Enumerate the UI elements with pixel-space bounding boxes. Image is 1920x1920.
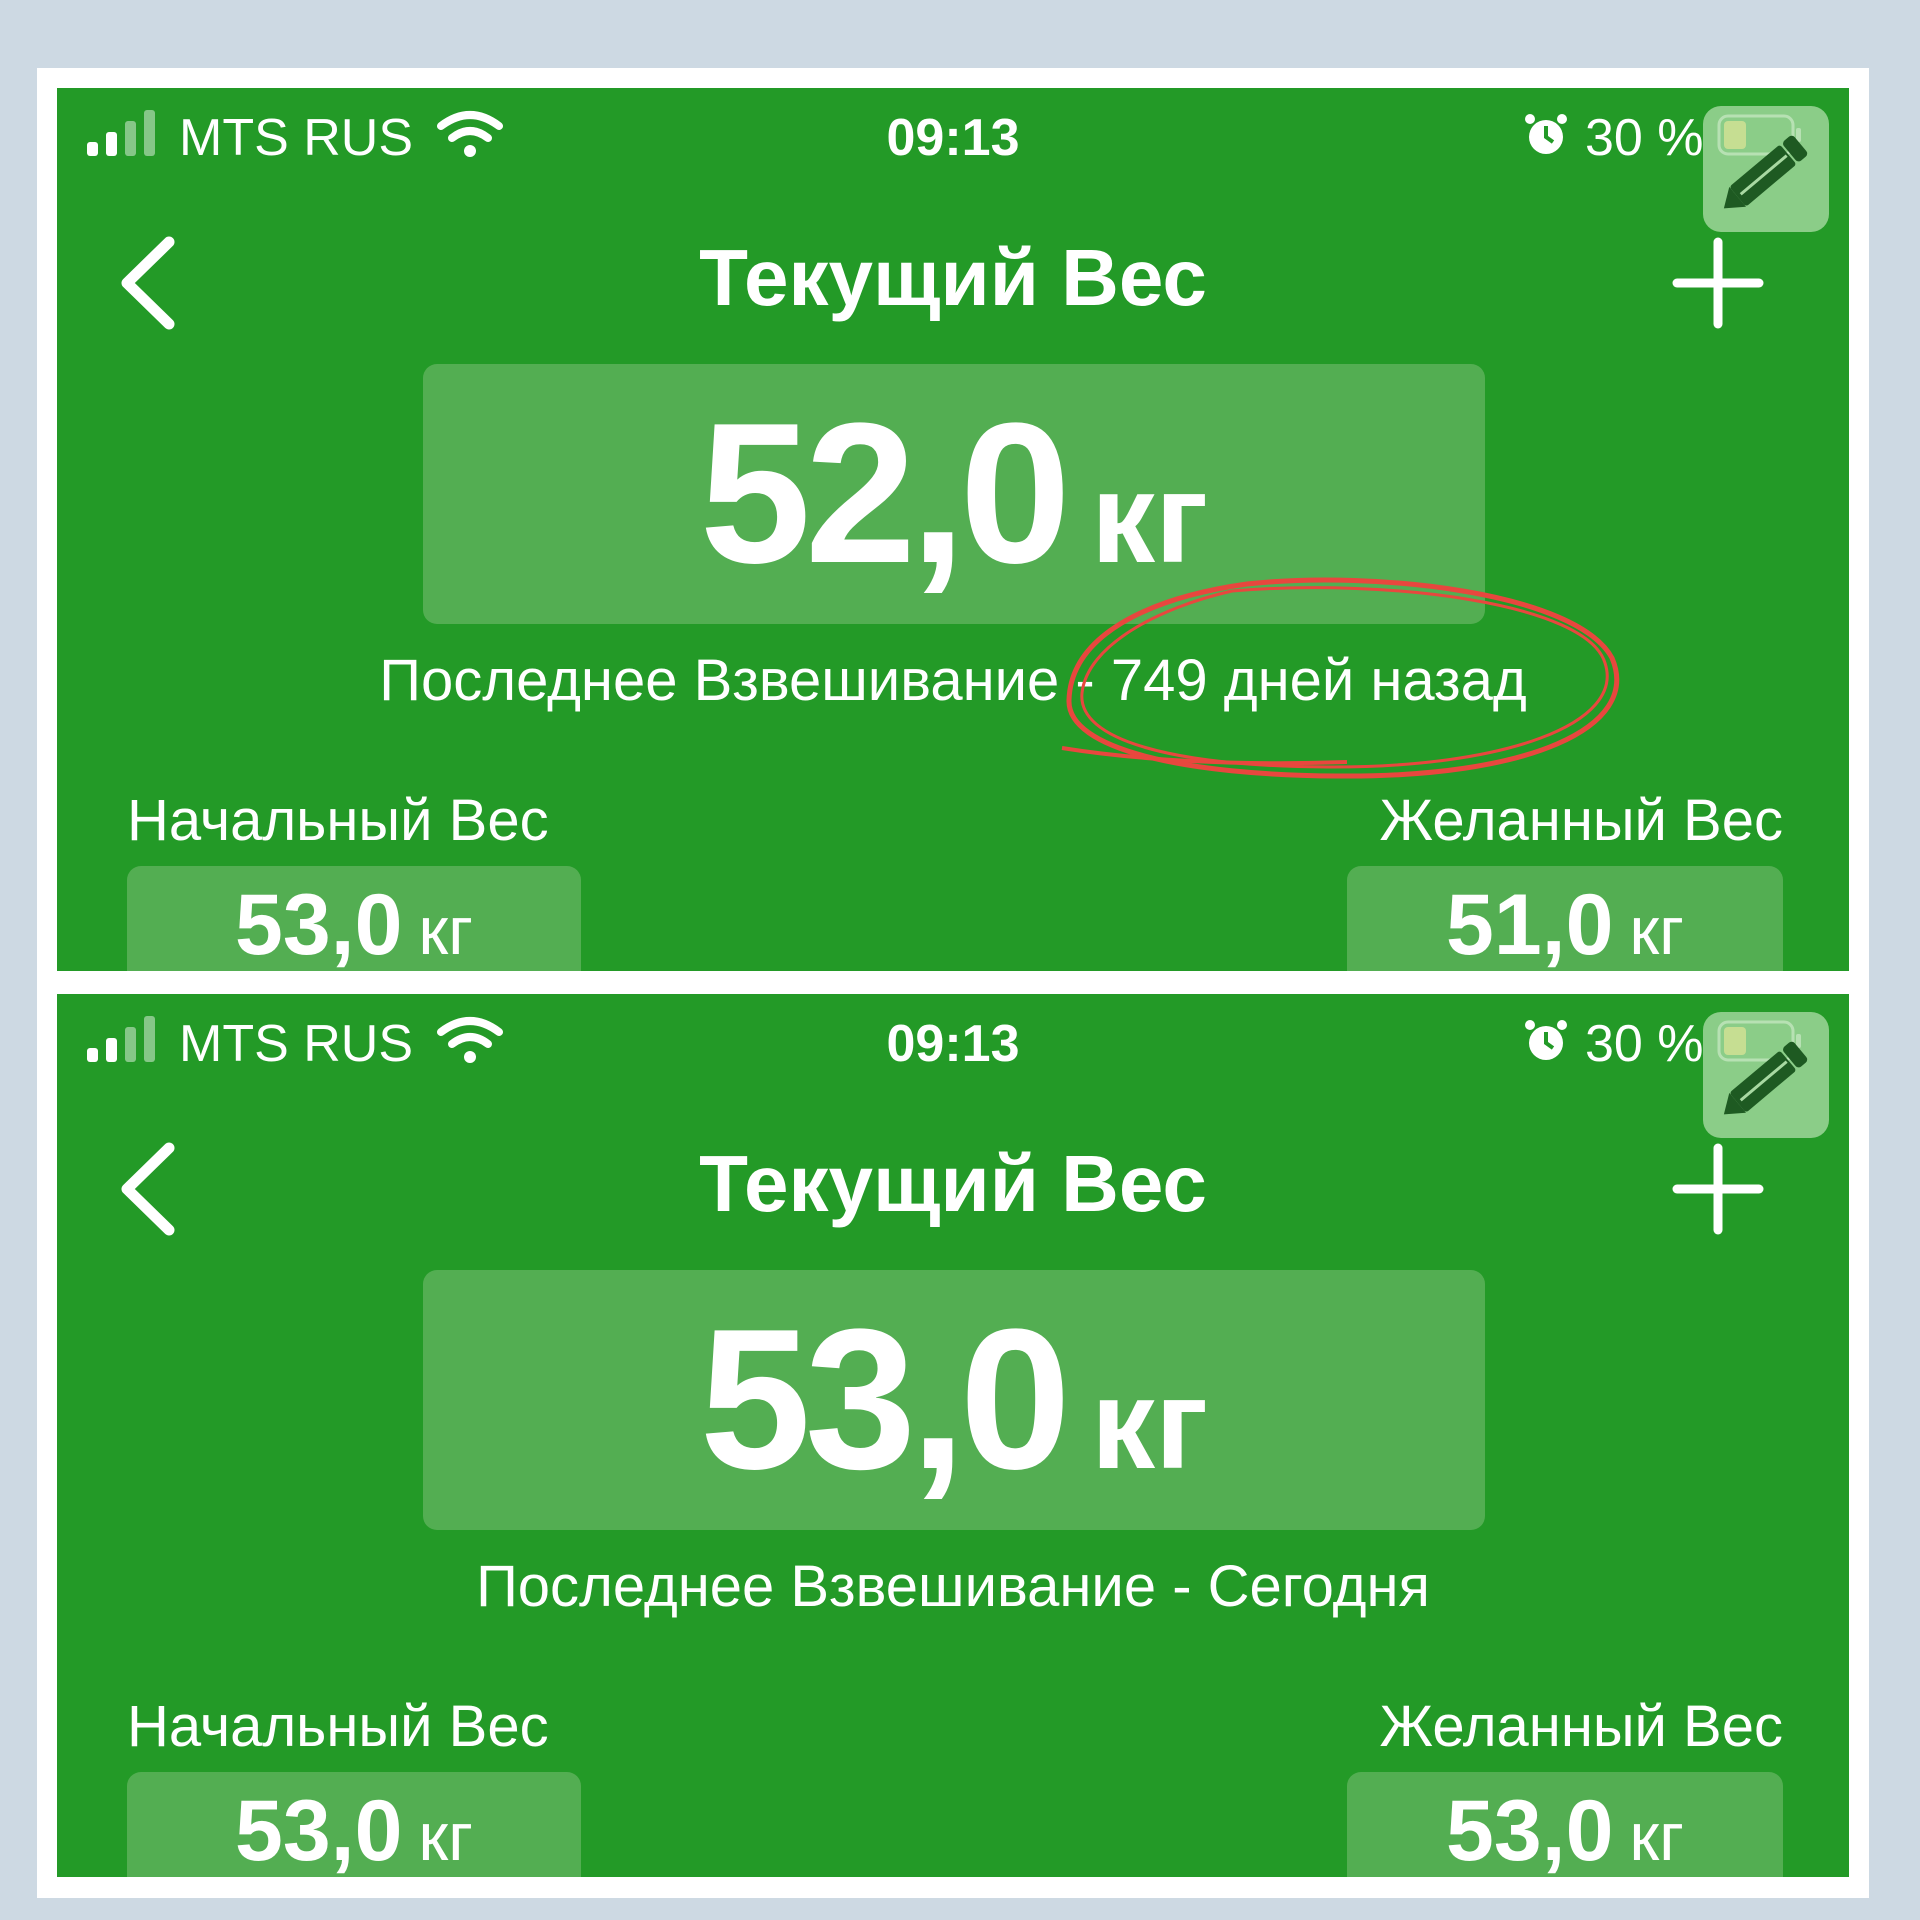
target-weight-value: 53,0 [1446,1783,1614,1877]
start-weight-value: 53,0 [235,1783,403,1877]
status-bar: MTS RUS 09:13 30 % [57,994,1849,1084]
target-weight-label: Желанный Вес [1379,1694,1783,1759]
start-weight-unit: кг [418,1799,473,1875]
alarm-icon [1525,114,1567,154]
pencil-icon [1723,1041,1808,1115]
screenshot-after: MTS RUS 09:13 30 % Текущий Вес 53,0 кг П… [57,994,1849,1877]
last-weigh-text: Последнее Взвешивание - 749 дней назад [379,648,1527,713]
alarm-icon [1525,1020,1567,1060]
edit-button[interactable] [1703,1012,1829,1138]
start-weight-value: 53,0 [235,877,403,971]
current-weight-card[interactable]: 52,0 кг [423,364,1485,624]
battery-percentage: 30 % [1585,109,1704,167]
current-weight-unit: кг [1090,447,1209,590]
target-weight-card[interactable]: 51,0 кг [1347,866,1783,971]
screenshot-before: MTS RUS 09:13 30 % Текущий Вес 52,0 кг П… [57,88,1849,971]
start-weight-card[interactable]: 53,0 кг [127,1772,581,1877]
start-weight-label: Начальный Вес [127,1694,549,1759]
current-weight-unit: кг [1090,1353,1209,1496]
page-title: Текущий Вес [699,233,1207,322]
target-weight-unit: кг [1629,1799,1684,1875]
target-weight-card[interactable]: 53,0 кг [1347,1772,1783,1877]
start-weight-unit: кг [418,893,473,969]
status-time: 09:13 [886,1015,1020,1073]
current-weight-value: 52,0 [699,382,1071,605]
comparison-frame: MTS RUS 09:13 30 % Текущий Вес 52,0 кг П… [37,68,1869,1898]
current-weight-value: 53,0 [699,1288,1071,1511]
start-weight-label: Начальный Вес [127,788,549,853]
target-weight-value: 51,0 [1446,877,1614,971]
target-weight-unit: кг [1629,893,1684,969]
edit-button[interactable] [1703,106,1829,232]
pencil-icon [1723,135,1808,209]
page-title: Текущий Вес [699,1139,1207,1228]
battery-percentage: 30 % [1585,1015,1704,1073]
current-weight-card[interactable]: 53,0 кг [423,1270,1485,1530]
plus-icon[interactable] [1663,228,1773,338]
plus-icon[interactable] [1663,1134,1773,1244]
start-weight-card[interactable]: 53,0 кг [127,866,581,971]
status-bar: MTS RUS 09:13 30 % [57,88,1849,178]
last-weigh-text: Последнее Взвешивание - Сегодня [476,1554,1430,1619]
status-time: 09:13 [886,109,1020,167]
target-weight-label: Желанный Вес [1379,788,1783,853]
